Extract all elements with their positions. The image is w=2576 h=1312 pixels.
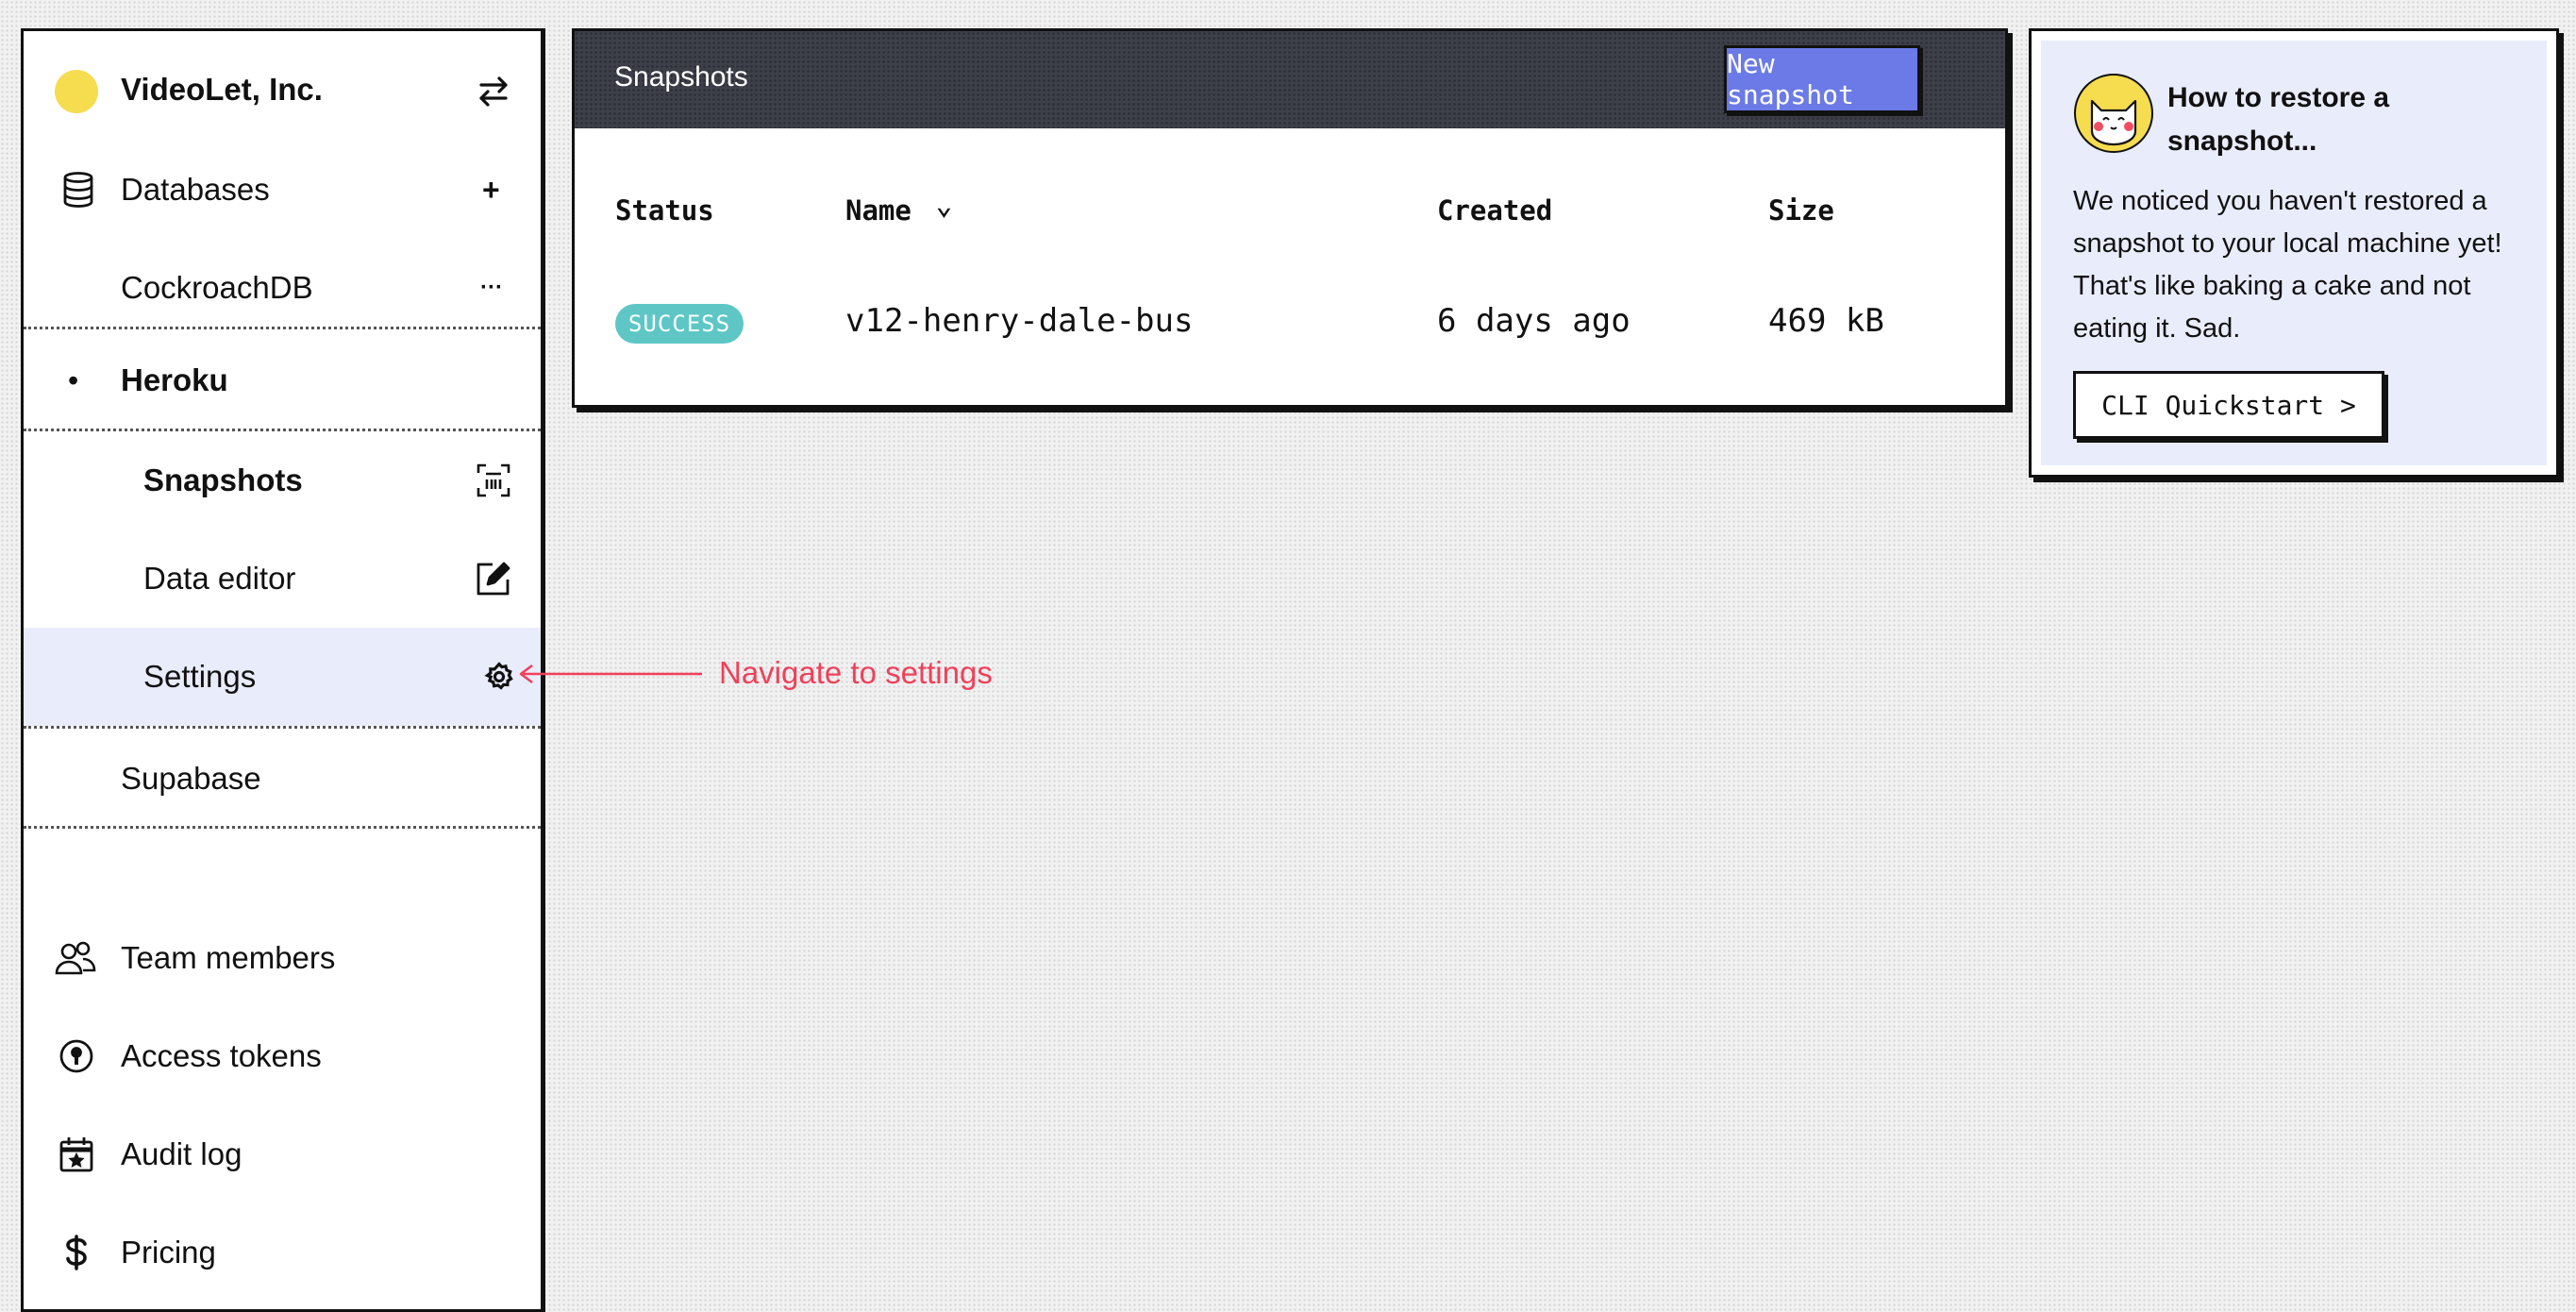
sidebar-item-label: Team members [121, 940, 336, 975]
sidebar-item-label: Settings [143, 659, 257, 694]
sidebar-item-label: Pricing [121, 1235, 216, 1270]
sidebar-item-heroku[interactable]: • Heroku [24, 335, 541, 426]
column-header-label: Name [845, 194, 912, 227]
divider [24, 726, 541, 729]
sidebar-item-label: Supabase [121, 761, 261, 796]
info-card-body: We noticed you haven't restored a snapsh… [2073, 186, 2502, 344]
sidebar-item-label: Databases [121, 172, 270, 207]
sidebar: VideoLet, Inc. Databases + CockroachDB ·… [21, 28, 545, 1312]
snapshot-name: v12-henry-dale-bus [845, 302, 1194, 340]
keyhole-icon [58, 1037, 95, 1075]
sidebar-item-data-editor[interactable]: Data editor [24, 533, 541, 624]
column-header-size[interactable]: Size [1768, 194, 1834, 227]
sidebar-item-label: Access tokens [121, 1038, 322, 1073]
sidebar-item-pricing[interactable]: Pricing [24, 1215, 541, 1290]
sidebar-item-label: Data editor [143, 561, 296, 596]
new-snapshot-button[interactable]: New snapshot [1724, 45, 1920, 113]
column-header-created[interactable]: Created [1437, 194, 1552, 227]
snapshot-size: 469 kB [1768, 302, 1884, 340]
more-options-button[interactable]: ··· [480, 275, 503, 301]
sidebar-item-access-tokens[interactable]: Access tokens [24, 1018, 541, 1094]
database-icon [59, 171, 97, 209]
cat-avatar [2073, 73, 2154, 154]
sidebar-item-cockroachdb[interactable]: CockroachDB ··· [24, 250, 541, 326]
snapshot-icon [475, 462, 512, 499]
sidebar-item-supabase[interactable]: Supabase [24, 733, 541, 824]
annotation-arrow [519, 664, 702, 684]
gear-icon[interactable] [480, 658, 518, 696]
calendar-star-icon [58, 1135, 95, 1173]
divider [24, 429, 541, 431]
divider [24, 826, 541, 829]
team-icon [55, 939, 96, 977]
edit-icon [475, 560, 512, 597]
divider [24, 327, 541, 329]
panel-header: Snapshots New snapshot [575, 31, 2005, 128]
status-badge: SUCCESS [615, 304, 744, 344]
info-card: How to restore a snapshot... We noticed … [2029, 28, 2559, 478]
sidebar-item-team-members[interactable]: Team members [24, 920, 541, 996]
active-bullet: • [68, 362, 79, 397]
snapshot-created: 6 days ago [1437, 302, 1631, 340]
org-switcher[interactable]: VideoLet, Inc. [24, 52, 541, 127]
annotation-text: Navigate to settings [719, 655, 993, 690]
sort-chevron-icon[interactable]: ⌄ [935, 189, 952, 222]
sidebar-item-label: Snapshots [143, 463, 303, 497]
column-header-status[interactable]: Status [615, 194, 714, 227]
sidebar-item-label: Heroku [121, 362, 228, 397]
panel-title: Snapshots [614, 61, 748, 93]
column-header-name[interactable]: Name ⌄ [845, 189, 952, 227]
org-name: VideoLet, Inc. [121, 72, 323, 107]
dollar-icon [59, 1234, 93, 1271]
sidebar-item-databases[interactable]: Databases + [24, 152, 541, 227]
sidebar-item-audit-log[interactable]: Audit log [24, 1117, 541, 1192]
sidebar-item-snapshots[interactable]: Snapshots [24, 435, 541, 526]
switch-arrows-icon[interactable] [475, 73, 512, 110]
add-database-button[interactable]: + [482, 173, 500, 208]
org-avatar [55, 70, 98, 113]
cli-quickstart-button[interactable]: CLI Quickstart > [2073, 371, 2384, 439]
snapshots-panel: Snapshots New snapshot Status Name ⌄ Cre… [572, 28, 2008, 408]
info-card-title: How to restore a snapshot... [2167, 82, 2390, 157]
sidebar-item-settings[interactable]: Settings [24, 628, 541, 726]
sidebar-item-label: CockroachDB [121, 270, 313, 305]
sidebar-item-label: Audit log [121, 1136, 243, 1171]
